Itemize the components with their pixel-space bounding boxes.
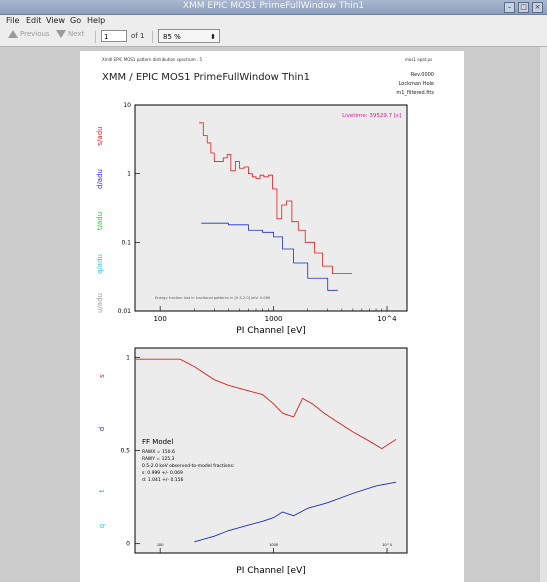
y-axis-label-s0: s/adu [96,126,104,145]
y-axis-label-s2: t/adu [96,212,104,230]
fraction-plot-frame [134,347,408,554]
y-axis-label-s3: q/adu [96,254,104,274]
y-tick-label: 1 [126,354,130,361]
fraction-s-label: s: 0.999 +/- 0.069 [142,470,183,476]
spectrum-plot-frame [134,104,408,312]
menu-view[interactable]: View [46,16,65,25]
y-axis-label-q: q [98,524,106,528]
close-icon[interactable]: × [532,2,543,13]
fractions-header: 0.5-2.0 keV observed-to-model fractions: [142,463,234,469]
minimize-icon[interactable]: – [504,2,515,13]
y-tick-label: 0 [126,541,130,548]
x-tick-label: 100 [157,543,164,547]
y-axis-label-d: d [98,427,106,431]
chevron-updown-icon: ⬍ [210,33,216,41]
charts-canvas: 1010.10.01100 1000 10^4s/adud/adut/aduq/ad… [96,102,408,576]
y-axis-label-s4: u/adu [96,293,104,313]
y-axis-label-s: s [98,374,106,378]
x-tick-label: 10^4 [382,543,392,547]
footnote-label: Energy fraction lost in fractional patte… [155,296,271,300]
y-tick-label: 0.5 [120,448,130,455]
menu-edit[interactable]: Edit [26,16,42,25]
y-tick-label: 0.01 [118,308,132,315]
menu-bar: File Edit View Go Help [0,15,547,28]
ff-model-title: FF Model [142,438,173,446]
zoom-value: 85 % [163,33,181,41]
page-number-input[interactable]: 1 [101,30,127,42]
previous-button[interactable]: Previous [8,30,50,38]
x-tick-label: 1000 [265,315,283,323]
x-tick-label: 100 [153,315,166,323]
rawy-label: RAWY = 125.3 [142,456,175,462]
down-arrow-icon [56,30,66,38]
next-label: Next [68,30,85,38]
up-arrow-icon [8,30,18,38]
zoom-select[interactable]: 85 % ⬍ [158,29,220,43]
document-page: Xmdl EPIC MOS1 pattern distribution spec… [80,51,464,582]
x-axis-label: PI Channel [eV] [236,326,305,336]
maximize-icon[interactable]: □ [518,2,529,13]
vertical-scrollbar[interactable] [540,47,547,582]
y-axis-label-s1: d/adu [96,169,104,189]
y-axis-label-t: t [98,489,106,492]
document-viewport[interactable]: Xmdl EPIC MOS1 pattern distribution spec… [0,47,547,582]
next-button[interactable]: Next [56,30,84,38]
toolbar-separator [95,31,96,43]
rawx-label: RAWX = 150.6 [142,449,175,455]
toolbar-separator [152,31,153,43]
x-tick-label: 10^4 [377,315,397,323]
title-bar: XMM EPIC MOS1 PrimeFullWindow Thin1 – □ … [0,0,547,15]
toolbar: Previous Next [0,28,547,47]
x-tick-label: 1000 [269,543,278,547]
y-tick-label: 10 [123,102,131,109]
y-tick-label: 0.1 [121,239,131,246]
menu-file[interactable]: File [6,16,19,25]
livetime-label: Livetime: 39529.7 [s] [342,113,401,119]
previous-label: Previous [20,30,50,38]
window-title: XMM EPIC MOS1 PrimeFullWindow Thin1 [182,1,365,11]
x-axis-label: PI Channel [eV] [236,566,305,576]
menu-help[interactable]: Help [87,16,105,25]
y-tick-label: 1 [127,171,131,178]
menu-go[interactable]: Go [70,16,81,25]
fraction-d-label: d: 1.041 +/- 0.156 [142,477,183,483]
page-count-label: of 1 [131,32,145,40]
